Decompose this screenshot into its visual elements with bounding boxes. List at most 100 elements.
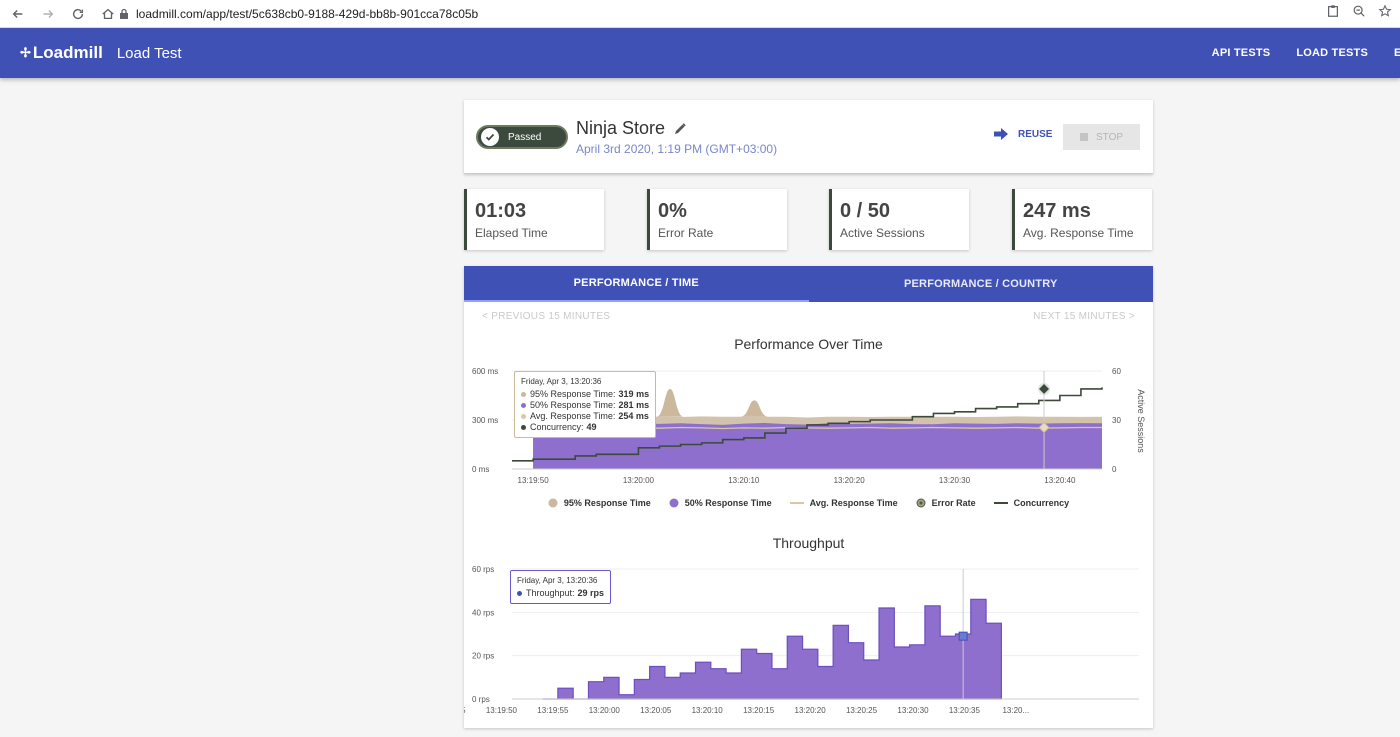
reload-icon — [72, 8, 84, 19]
circle-icon — [548, 498, 558, 508]
stat-error-rate: 0% Error Rate — [647, 189, 787, 250]
tooltip-value: 29 rps — [577, 588, 605, 598]
chart-panel: PERFORMANCE / TIME PERFORMANCE / COUNTRY… — [464, 266, 1153, 728]
forward-button[interactable] — [36, 2, 60, 26]
legend-item[interactable]: 95% Response Time — [548, 498, 651, 508]
legend-item[interactable]: Concurrency — [993, 498, 1070, 508]
back-button[interactable] — [6, 2, 30, 26]
top-nav: API TESTS LOAD TESTS E — [1212, 28, 1400, 78]
stop-label: STOP — [1095, 131, 1124, 143]
tooltip-label: 95% Response Time: — [530, 389, 616, 399]
page-title: Load Test — [116, 44, 182, 62]
x-tick-label: 13:20:05 — [640, 706, 672, 715]
hover-marker-throughput — [958, 631, 968, 641]
x-tick-label: 13:20:30 — [939, 476, 971, 485]
avg-dot-icon — [521, 414, 526, 419]
x-tick-label: 13:20... — [1002, 706, 1029, 715]
legend-item[interactable]: Avg. Response Time — [789, 498, 898, 508]
y-tick-label: 600 ms — [472, 367, 498, 376]
chart-title: Throughput — [772, 535, 845, 551]
home-button[interactable] — [96, 2, 120, 26]
nav-more[interactable]: E — [1394, 47, 1400, 59]
logo-spark-icon: ✢ — [20, 45, 31, 60]
x-tick-label: 13:20:25 — [846, 706, 878, 715]
y2-tick-label: 0 — [1112, 465, 1117, 474]
tooltip-value: 49 — [586, 422, 597, 432]
tooltip-value: 319 ms — [618, 389, 650, 399]
edit-pencil-icon[interactable] — [673, 122, 687, 136]
tooltip-row: Throughput: 29 rps — [517, 588, 604, 599]
y-tick-label: 40 rps — [472, 608, 494, 617]
target-icon — [916, 498, 926, 508]
tooltip-row: Concurrency: 49 — [521, 422, 649, 433]
x-tick-label: 13:20:35 — [949, 706, 981, 715]
browser-toolbar: loadmill.com/app/test/5c638cb0-9188-429d… — [0, 0, 1400, 28]
reload-button[interactable] — [66, 2, 90, 26]
tab-performance-country[interactable]: PERFORMANCE / COUNTRY — [809, 266, 1154, 302]
throughput-tooltip: Friday, Apr 3, 13:20:36 Throughput: 29 rp… — [510, 570, 612, 604]
x-tick-label: 13:20:15 — [743, 706, 775, 715]
y2-tick-label: 30 — [1112, 416, 1121, 425]
url-text: loadmill.com/app/test/5c638cb0-9188-429d… — [136, 6, 479, 21]
chart-legend: 95% Response Time 50% Response Time Avg.… — [464, 498, 1153, 508]
tab-performance-time[interactable]: PERFORMANCE / TIME — [464, 266, 809, 302]
tooltip-label: Concurrency: — [530, 422, 584, 432]
x-tick-label: 13:20:10 — [728, 476, 760, 485]
y-tick-label: 20 rps — [472, 652, 494, 661]
line-icon — [993, 502, 1008, 504]
nav-api-tests[interactable]: API TESTS — [1212, 47, 1271, 59]
clipboard-icon[interactable] — [1326, 4, 1340, 18]
p95-dot-icon — [521, 392, 526, 397]
stop-button[interactable]: STOP — [1063, 124, 1140, 150]
y-tick-label: 60 rps — [472, 565, 494, 574]
legend-label: Avg. Response Time — [809, 498, 898, 508]
stat-label: Active Sessions — [840, 226, 925, 240]
stat-label: Avg. Response Time — [1023, 226, 1134, 240]
legend-label: 95% Response Time — [563, 498, 651, 508]
legend-label: Concurrency — [1013, 498, 1070, 508]
tooltip-row: Avg. Response Time: 254 ms — [521, 411, 649, 422]
x-tick-label: 13:19:50 — [518, 476, 550, 485]
legend-item[interactable]: 50% Response Time — [669, 498, 772, 508]
throughput-dot-icon — [517, 591, 522, 596]
stat-value: 0% — [658, 200, 687, 222]
x-tick-label: 13:20:20 — [795, 706, 827, 715]
stat-value: 0 / 50 — [840, 200, 891, 222]
status-badge: Passed — [476, 125, 568, 149]
test-name: Ninja Store — [576, 118, 687, 139]
nav-load-tests[interactable]: LOAD TESTS — [1296, 47, 1368, 59]
concurrency-dot-icon — [521, 425, 526, 430]
x-tick-label: 13:20:00 — [623, 476, 655, 485]
y-tick-label: 300 ms — [472, 416, 498, 425]
arrow-left-icon — [12, 9, 23, 18]
stat-value: 01:03 — [475, 200, 527, 222]
star-icon[interactable] — [1378, 4, 1392, 18]
tooltip-row: 95% Response Time: 319 ms — [521, 389, 649, 400]
reuse-button[interactable]: REUSE — [994, 128, 1052, 140]
logo-text: Loadmill — [32, 43, 103, 62]
p95-peak — [740, 400, 769, 417]
next-15-minutes-link[interactable]: NEXT 15 MINUTES > — [1033, 311, 1135, 322]
legend-item[interactable]: Error Rate — [916, 498, 976, 508]
tooltip-label: Avg. Response Time: — [530, 411, 616, 421]
address-bar[interactable]: loadmill.com/app/test/5c638cb0-9188-429d… — [118, 3, 1368, 24]
p95-peak — [656, 388, 685, 417]
x-tick-label: 13:19:50 — [486, 706, 518, 715]
arrow-right-icon — [994, 128, 1008, 140]
x-tick-label: 13:20:00 — [589, 706, 621, 715]
tooltip-header: Friday, Apr 3, 13:20:36 — [517, 576, 598, 585]
y-tick-label: 0 rps — [472, 695, 490, 704]
chart-tabs: PERFORMANCE / TIME PERFORMANCE / COUNTRY — [464, 266, 1153, 302]
loadmill-logo[interactable]: ✢ Loadmill — [20, 43, 103, 63]
previous-15-minutes-link[interactable]: < PREVIOUS 15 MINUTES — [482, 311, 610, 322]
zoom-icon[interactable] — [1352, 4, 1366, 18]
x-tick-label: 13:20:20 — [834, 476, 866, 485]
x-tick-label: 13:20:30 — [897, 706, 929, 715]
chart-title: Performance Over Time — [734, 336, 883, 352]
reuse-label: REUSE — [1018, 128, 1053, 140]
tooltip-row: 50% Response Time: 281 ms — [521, 400, 649, 411]
lock-icon — [120, 8, 128, 19]
y2-axis-label: Active Sessions — [1136, 389, 1146, 453]
x-tick-label: 13:20:40 — [1044, 476, 1076, 485]
y2-tick-label: 60 — [1112, 367, 1121, 376]
